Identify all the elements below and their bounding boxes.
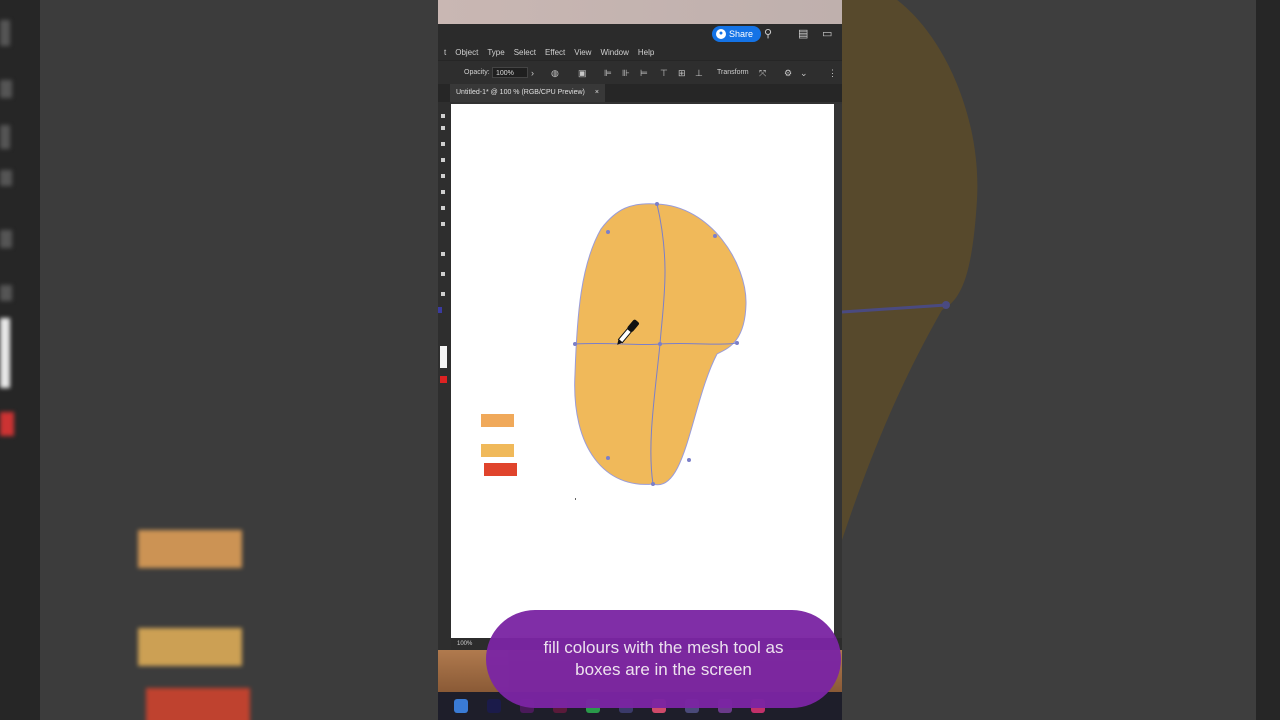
color-swatch-orange[interactable]: [481, 414, 514, 427]
type-tool-icon[interactable]: [441, 174, 445, 178]
blurred-background-right: [842, 0, 1280, 720]
zoom-level[interactable]: 100%: [457, 641, 472, 647]
user-icon: ●: [716, 29, 726, 39]
blurred-tool-icon: [0, 20, 10, 46]
fill-color-icon[interactable]: [440, 346, 447, 368]
blurred-background-left: [0, 0, 438, 720]
title-bar: ● Share ⚲ ▤ ▭: [438, 24, 842, 44]
premiere-app-icon[interactable]: [487, 699, 501, 713]
align-left-icon[interactable]: ⊫: [604, 68, 612, 78]
mesh-shape-svg: [573, 202, 747, 500]
menu-item-object[interactable]: Object: [455, 48, 478, 57]
caption-text: fill colours with the mesh tool as boxes…: [543, 638, 784, 679]
artboard[interactable]: [451, 104, 834, 638]
color-swatch-yellow[interactable]: [481, 444, 514, 457]
blurred-tool-icon: [0, 285, 12, 301]
tools-panel: [438, 102, 451, 650]
eyedropper-tool-icon[interactable]: [441, 272, 445, 276]
quick-actions-icon[interactable]: ⚙: [784, 68, 792, 78]
opacity-input[interactable]: 100%: [492, 67, 528, 78]
blurred-swatch-3: [146, 688, 250, 720]
chevron-down-icon[interactable]: ⌄: [800, 68, 808, 78]
rotate-tool-icon[interactable]: [441, 222, 445, 226]
document-tab-title: Untitled-1* @ 100 % (RGB/CPU Preview): [456, 89, 585, 96]
stray-point: [575, 498, 576, 500]
menu-item-effect[interactable]: Effect: [545, 48, 565, 57]
vertical-scrollbar[interactable]: [834, 104, 842, 638]
menu-item-window[interactable]: Window: [600, 48, 628, 57]
recolor-icon[interactable]: ◍: [551, 68, 559, 78]
chevron-right-icon[interactable]: ›: [531, 68, 534, 78]
isolate-icon[interactable]: ⤧: [759, 68, 766, 78]
align-top-icon[interactable]: ⊤: [660, 68, 668, 78]
arrange-documents-icon[interactable]: ▤: [798, 28, 808, 40]
document-tab[interactable]: Untitled-1* @ 100 % (RGB/CPU Preview) ×: [450, 84, 605, 102]
photos-app-icon[interactable]: [454, 699, 468, 713]
opacity-label: Opacity:: [464, 69, 490, 76]
menu-bar: t Object Type Select Effect View Window …: [438, 44, 842, 60]
align-middle-icon[interactable]: ⊞: [678, 68, 686, 78]
none-color-icon[interactable]: [440, 376, 447, 383]
menu-item-edit[interactable]: t: [444, 48, 446, 57]
selection-tool-icon[interactable]: [441, 114, 445, 118]
pen-tool-icon[interactable]: [441, 142, 445, 146]
direct-selection-tool-icon[interactable]: [441, 126, 445, 130]
brush-tool-icon[interactable]: [441, 206, 445, 210]
color-swatch-red[interactable]: [484, 463, 517, 476]
control-bar: Opacity: 100% › ◍ ▣ ⊫ ⊪ ⊨ ⊤ ⊞ ⊥ Transfor…: [438, 60, 842, 85]
workspace-icon[interactable]: ▭: [822, 28, 832, 40]
share-button[interactable]: ● Share: [712, 26, 762, 42]
blurred-color-box: [0, 318, 10, 388]
blurred-color-box: [0, 412, 14, 436]
close-icon[interactable]: ×: [595, 84, 599, 102]
anchor-point-marker: [438, 307, 442, 313]
subtitle-caption: fill colours with the mesh tool as boxes…: [486, 610, 841, 708]
blurred-tool-icon: [0, 125, 10, 149]
blurred-swatch-1: [138, 530, 242, 568]
blurred-swatch-2: [138, 628, 242, 666]
align-bottom-icon[interactable]: ⊥: [695, 68, 703, 78]
blurred-tool-icon: [0, 230, 12, 248]
menu-item-type[interactable]: Type: [487, 48, 504, 57]
hand-tool-icon[interactable]: [441, 292, 445, 296]
blurred-tool-icon: [0, 80, 12, 98]
search-icon[interactable]: ⚲: [764, 28, 772, 40]
blurred-shape-zoom: [842, 0, 978, 540]
blurred-scrollbar: [1256, 0, 1280, 720]
panel-menu-icon[interactable]: ⋮: [828, 68, 837, 78]
align-to-icon[interactable]: ▣: [578, 68, 587, 78]
share-label: Share: [729, 29, 754, 39]
align-right-icon[interactable]: ⊨: [640, 68, 648, 78]
menu-item-help[interactable]: Help: [638, 48, 654, 57]
blurred-tool-icon: [0, 170, 12, 186]
mesh-tool-icon[interactable]: [441, 252, 445, 256]
align-center-icon[interactable]: ⊪: [622, 68, 630, 78]
transform-link[interactable]: Transform: [717, 69, 749, 76]
menu-item-view[interactable]: View: [574, 48, 591, 57]
menu-item-select[interactable]: Select: [514, 48, 536, 57]
curvature-tool-icon[interactable]: [441, 158, 445, 162]
document-tab-bar: Untitled-1* @ 100 % (RGB/CPU Preview) ×: [438, 84, 842, 102]
rectangle-tool-icon[interactable]: [441, 190, 445, 194]
screen-top-strip: [438, 0, 842, 24]
